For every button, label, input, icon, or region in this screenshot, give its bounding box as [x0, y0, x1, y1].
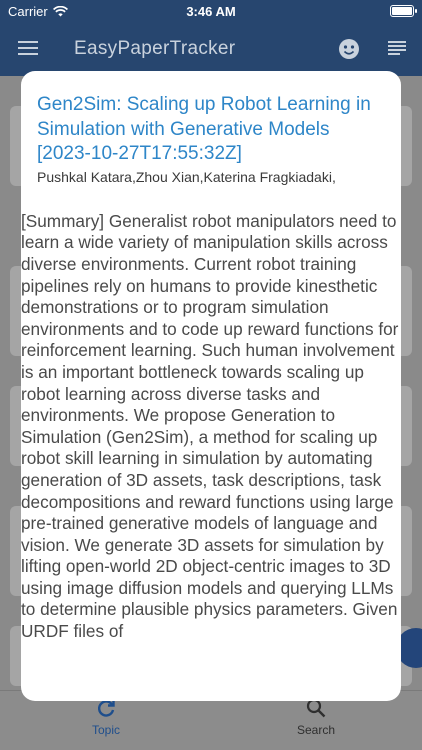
battery-icon — [390, 5, 417, 17]
paper-summary: [Summary] Generalist robot manipulators … — [21, 210, 399, 642]
face-icon[interactable] — [338, 38, 360, 60]
status-time: 3:46 AM — [186, 4, 236, 19]
tab-topic[interactable]: Topic — [56, 697, 156, 737]
tab-topic-label: Topic — [91, 723, 120, 737]
tab-search-label: Search — [296, 723, 336, 737]
menu-icon[interactable] — [18, 40, 38, 56]
list-icon[interactable] — [388, 40, 406, 56]
paper-authors: Pushkal Katara,Zhou Xian,Katerina Fragki… — [37, 168, 336, 185]
paper-detail-dialog: Gen2Sim: Scaling up Robot Learning in Si… — [21, 71, 401, 701]
status-bar: Carrier 3:46 AM — [0, 0, 422, 24]
app-bar: EasyPaperTracker — [0, 24, 422, 76]
app-title: EasyPaperTracker — [74, 38, 236, 59]
tab-search[interactable]: Search — [266, 697, 366, 737]
paper-title[interactable]: Gen2Sim: Scaling up Robot Learning in Si… — [37, 93, 385, 167]
dialog-scroll-area[interactable]: Gen2Sim: Scaling up Robot Learning in Si… — [21, 71, 401, 701]
